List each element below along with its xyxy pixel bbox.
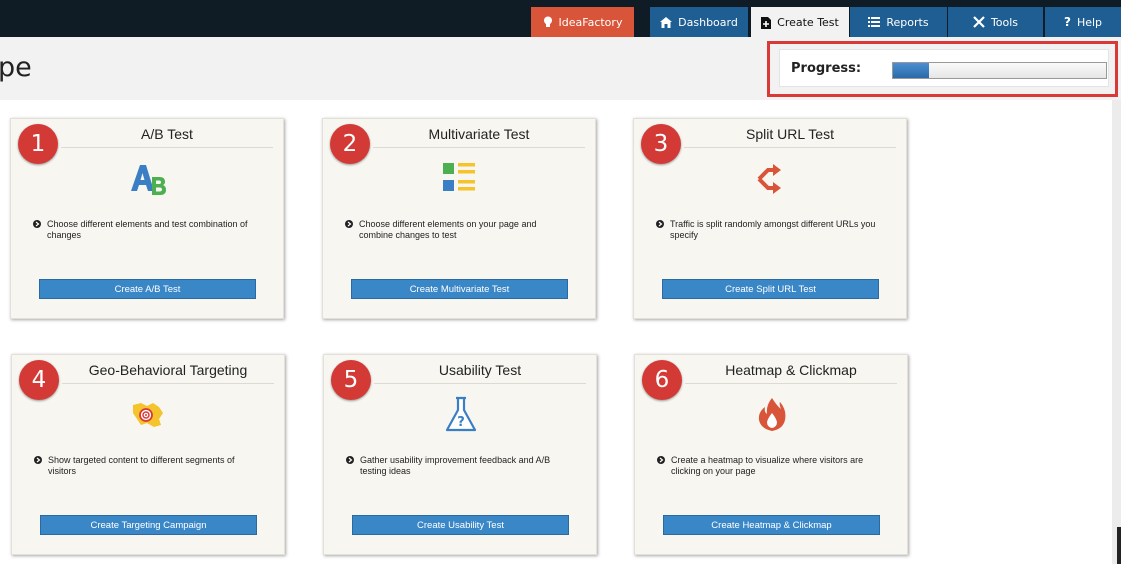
scrollbar[interactable] [1112,100,1121,564]
multivariate-grid-icon [438,159,482,199]
card-ab-test: 1 A/B Test Choose different elements and… [10,118,284,319]
create-heatmap-clickmap-button[interactable]: Create Heatmap & Clickmap [663,515,880,535]
bullet-arrow-icon [34,456,42,464]
map-target-icon [127,395,171,435]
card-title: Usability Test [374,360,586,384]
create-test-label: Create Test [777,16,839,29]
card-description-text: Choose different elements on your page a… [359,219,537,240]
scrollbar-thumb[interactable] [1117,527,1121,564]
card-geo-behavioral-targeting: 4 Geo-Behavioral Targeting Show targeted… [11,354,285,555]
home-icon [660,16,673,28]
step-number-badge: 6 [642,360,682,400]
tools-label: Tools [990,15,1019,29]
card-description: Create a heatmap to visualize where visi… [657,455,877,477]
card-description-text: Show targeted content to different segme… [48,455,235,476]
card-description: Traffic is split randomly amongst differ… [656,219,876,241]
step-number-badge: 3 [641,124,681,164]
dashboard-tab[interactable]: Dashboard [650,7,748,37]
create-targeting-campaign-button[interactable]: Create Targeting Campaign [40,515,257,535]
dashboard-label: Dashboard [678,15,738,29]
card-description-text: Gather usability improvement feedback an… [360,455,551,476]
card-split-url-test: 3 Split URL Test Traffic is split random… [633,118,907,319]
step-number-badge: 4 [19,360,59,400]
card-title: Split URL Test [684,124,896,148]
svg-text:?: ? [457,415,465,430]
progress-panel: Progress: [779,49,1109,87]
reports-label: Reports [886,15,929,29]
bullet-arrow-icon [33,220,41,228]
progress-bar-fill [893,63,930,78]
card-title: A/B Test [61,124,273,148]
create-usability-test-button[interactable]: Create Usability Test [352,515,569,535]
bullet-arrow-icon [657,456,665,464]
new-document-icon [761,16,772,29]
tools-icon [973,16,985,28]
top-navigation-bar: IdeaFactory Dashboard Create Test Report… [0,0,1121,38]
card-description: Choose different elements on your page a… [345,219,565,241]
card-description: Show targeted content to different segme… [34,455,254,477]
step-number-badge: 1 [18,124,58,164]
card-title: Multivariate Test [373,124,585,148]
create-test-tab[interactable]: Create Test [751,7,849,38]
card-multivariate-test: 2 Multivariate Test Choose different ele… [322,118,596,319]
card-description: Choose different elements and test combi… [33,219,253,241]
reports-tab[interactable]: Reports [850,7,947,37]
tools-tab[interactable]: Tools [948,7,1043,37]
card-description-text: Create a heatmap to visualize where visi… [671,455,864,476]
help-tab[interactable]: ? Help [1045,7,1121,37]
bullet-arrow-icon [345,220,353,228]
create-multivariate-test-button[interactable]: Create Multivariate Test [351,279,568,299]
card-usability-test: 5 Usability Test ? Gather usability impr… [323,354,597,555]
progress-label: Progress: [791,61,862,76]
ideafactory-label: IdeaFactory [558,15,623,29]
flask-question-icon: ? [439,395,483,435]
bullet-arrow-icon [656,220,664,228]
bullet-arrow-icon [346,456,354,464]
ideafactory-button[interactable]: IdeaFactory [531,7,634,37]
step-number-badge: 2 [330,124,370,164]
question-icon: ? [1063,15,1071,29]
create-split-url-test-button[interactable]: Create Split URL Test [662,279,879,299]
help-label: Help [1076,15,1103,29]
split-arrows-icon [749,159,793,199]
progress-bar [892,62,1107,79]
card-description-text: Choose different elements and test combi… [47,219,248,240]
progress-highlight: Progress: [767,41,1118,97]
lightbulb-icon [543,16,553,28]
card-title: Geo-Behavioral Targeting [62,360,274,384]
page-title: pe [0,52,32,83]
list-icon [868,17,881,27]
card-title: Heatmap & Clickmap [685,360,897,384]
step-number-badge: 5 [331,360,371,400]
create-ab-test-button[interactable]: Create A/B Test [39,279,256,299]
card-heatmap-clickmap: 6 Heatmap & Clickmap Create a heatmap to… [634,354,908,555]
flame-icon [750,395,794,435]
card-description: Gather usability improvement feedback an… [346,455,566,477]
ab-letters-icon [126,159,170,199]
card-description-text: Traffic is split randomly amongst differ… [670,219,876,240]
